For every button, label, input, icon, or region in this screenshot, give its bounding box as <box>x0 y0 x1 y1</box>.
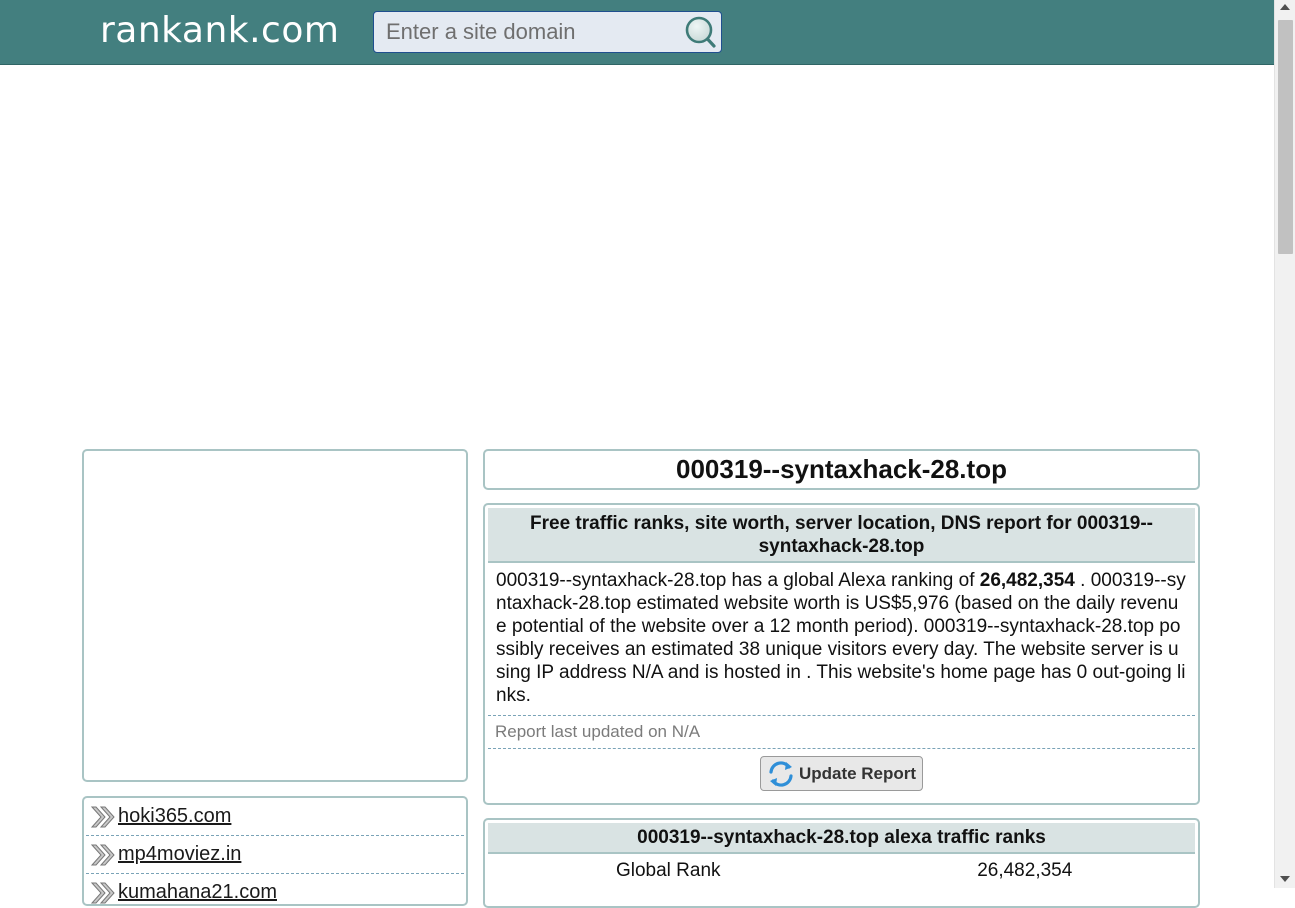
report-heading: Free traffic ranks, site worth, server l… <box>488 508 1195 563</box>
double-chevron-icon <box>90 882 115 903</box>
top-header: rankank.com <box>0 0 1274 65</box>
search-box <box>373 11 722 53</box>
search-input[interactable] <box>386 19 676 45</box>
double-chevron-icon <box>90 844 115 865</box>
scroll-thumb[interactable] <box>1278 20 1293 254</box>
search-icon <box>685 16 716 48</box>
site-link[interactable]: mp4moviez.in <box>118 843 241 866</box>
list-item: hoki365.com <box>86 798 464 836</box>
scroll-down-arrow-icon[interactable] <box>1280 876 1290 882</box>
traffic-ranks-panel: 000319--syntaxhack-28.top alexa traffic … <box>483 818 1200 908</box>
rank-label: Global Rank <box>615 860 721 881</box>
global-rank-value: 26,482,354 <box>979 570 1075 591</box>
refresh-icon <box>769 760 793 787</box>
related-sites-list: hoki365.com mp4moviez.in kumahana21.com <box>82 796 468 906</box>
traffic-ranks-heading: 000319--syntaxhack-28.top alexa traffic … <box>488 823 1195 854</box>
list-item: mp4moviez.in <box>86 836 464 874</box>
update-report-label: Update Report <box>798 763 917 783</box>
list-item: kumahana21.com <box>86 874 464 904</box>
ad-placeholder <box>82 449 468 782</box>
report-text-start: 000319--syntaxhack-28.top has a global A… <box>496 570 980 591</box>
last-updated-text: Report last updated on N/A <box>488 716 1195 749</box>
update-report-button[interactable]: Update Report <box>759 756 924 791</box>
site-logo[interactable]: rankank.com <box>100 10 339 51</box>
scroll-up-arrow-icon[interactable] <box>1280 4 1290 10</box>
report-summary: 000319--syntaxhack-28.top has a global A… <box>488 563 1195 716</box>
site-link[interactable]: kumahana21.com <box>118 881 277 904</box>
search-button[interactable] <box>683 15 719 49</box>
page-title: 000319--syntaxhack-28.top <box>676 454 1007 484</box>
report-panel: Free traffic ranks, site worth, server l… <box>483 503 1200 805</box>
double-chevron-icon <box>90 806 115 827</box>
vertical-scrollbar[interactable] <box>1274 0 1295 888</box>
table-row: Global Rank 26,482,354 <box>485 854 1198 882</box>
rank-value: 26,482,354 <box>977 860 1073 881</box>
update-button-row: Update Report <box>485 749 1198 795</box>
site-title-box: 000319--syntaxhack-28.top <box>483 449 1200 490</box>
site-link[interactable]: hoki365.com <box>118 805 231 828</box>
